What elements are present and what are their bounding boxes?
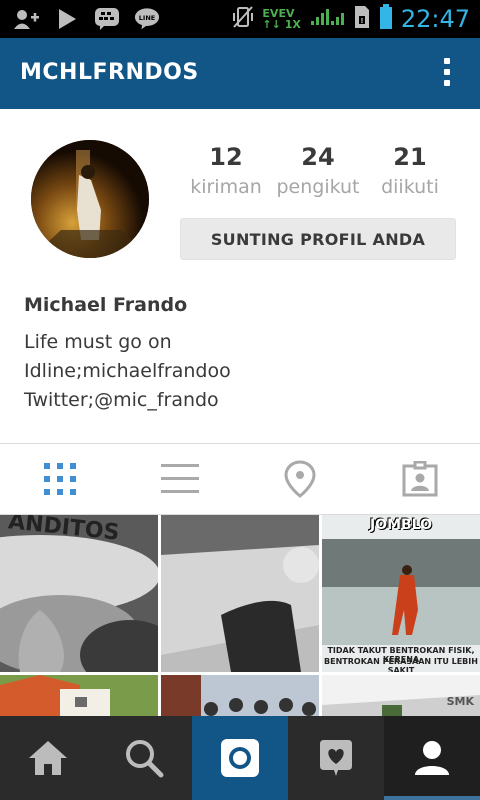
stat-following[interactable]: 21 diikuti bbox=[364, 140, 456, 200]
svg-text:LINE: LINE bbox=[139, 14, 155, 22]
overflow-menu-icon[interactable] bbox=[442, 58, 452, 90]
stat-following-count: 21 bbox=[393, 143, 427, 171]
nav-home[interactable] bbox=[0, 716, 96, 800]
stat-followers-count: 24 bbox=[301, 143, 335, 171]
search-icon bbox=[126, 740, 164, 778]
bio-line: Idline;michaelfrandoo bbox=[24, 360, 231, 382]
grid-view-icon bbox=[44, 463, 76, 495]
camera-icon bbox=[221, 739, 259, 777]
tab-list-view[interactable] bbox=[120, 444, 240, 514]
photo-tile[interactable] bbox=[161, 675, 319, 720]
status-clock: 22:47 bbox=[400, 5, 470, 33]
tab-location[interactable] bbox=[240, 444, 360, 514]
bbm-icon bbox=[94, 6, 120, 32]
location-pin-icon bbox=[284, 460, 316, 498]
stat-posts-label: kiriman bbox=[190, 176, 262, 198]
status-bar: LINE EVEV ↑↓ 1X ! 22:47 bbox=[0, 0, 480, 38]
add-contact-icon bbox=[14, 6, 40, 32]
home-icon bbox=[29, 741, 67, 775]
stat-followers[interactable]: 24 pengikut bbox=[272, 140, 364, 200]
list-view-icon bbox=[161, 464, 199, 493]
full-name: Michael Frando bbox=[24, 294, 188, 316]
notification-icons: LINE bbox=[14, 6, 160, 32]
signal-icon bbox=[309, 5, 345, 33]
bottom-nav bbox=[0, 716, 480, 800]
network-type: EVEV ↑↓ 1X bbox=[262, 8, 300, 30]
nav-profile[interactable] bbox=[384, 716, 480, 800]
photo-tile[interactable]: JOMBLO TIDAK TAKUT BENTROKAN FISIK, KERE… bbox=[322, 515, 480, 672]
profile-username: MCHLFRNDOS bbox=[20, 60, 199, 85]
profile-icon bbox=[415, 741, 449, 775]
photo-tile[interactable]: ANDITOS bbox=[0, 515, 158, 672]
photo-grid: ANDITOS JOMBLO TIDAK TAKUT BENTROKAN FIS… bbox=[0, 515, 480, 720]
photo-tile[interactable]: SMK bbox=[322, 675, 480, 720]
bio-line: Twitter;@mic_frando bbox=[24, 389, 219, 411]
play-store-icon bbox=[54, 6, 80, 32]
tab-tagged[interactable] bbox=[360, 444, 480, 514]
stat-posts-count: 12 bbox=[209, 143, 243, 171]
svg-text:!: ! bbox=[360, 17, 363, 25]
avatar[interactable] bbox=[31, 140, 149, 258]
edit-profile-button[interactable]: SUNTING PROFIL ANDA bbox=[180, 218, 456, 260]
system-icons: EVEV ↑↓ 1X ! 22:47 bbox=[232, 4, 470, 34]
nav-camera[interactable] bbox=[192, 716, 288, 800]
photo-subcaption: BENTROKAN PERASAAN ITU LEBIH SAKIT bbox=[324, 657, 478, 672]
photo-tile[interactable] bbox=[161, 515, 319, 672]
stat-following-label: diikuti bbox=[381, 176, 439, 198]
stat-followers-label: pengikut bbox=[276, 176, 360, 198]
profile-stats: 12 kiriman 24 pengikut 21 diikuti bbox=[180, 140, 456, 200]
battery-icon bbox=[379, 4, 393, 34]
network-type-bottom: ↑↓ 1X bbox=[262, 18, 301, 31]
vibrate-off-icon bbox=[232, 5, 254, 33]
nav-activity[interactable] bbox=[288, 716, 384, 800]
photo-caption: SMK bbox=[446, 695, 474, 708]
view-tabs bbox=[0, 444, 480, 514]
bio: Life must go on Idline;michaelfrandoo Tw… bbox=[24, 328, 231, 415]
tagged-photos-icon bbox=[402, 461, 438, 497]
app-bar: MCHLFRNDOS bbox=[0, 38, 480, 109]
photo-tile[interactable] bbox=[0, 675, 158, 720]
line-icon: LINE bbox=[134, 6, 160, 32]
photo-caption: JOMBLO bbox=[369, 517, 433, 533]
tab-grid-view[interactable] bbox=[0, 444, 120, 514]
network-type-bottom-label: 1X bbox=[284, 18, 301, 31]
bio-line: Life must go on bbox=[24, 331, 172, 353]
activity-heart-icon bbox=[320, 740, 352, 776]
sim-icon: ! bbox=[353, 4, 371, 34]
stat-posts[interactable]: 12 kiriman bbox=[180, 140, 272, 200]
nav-search[interactable] bbox=[96, 716, 192, 800]
